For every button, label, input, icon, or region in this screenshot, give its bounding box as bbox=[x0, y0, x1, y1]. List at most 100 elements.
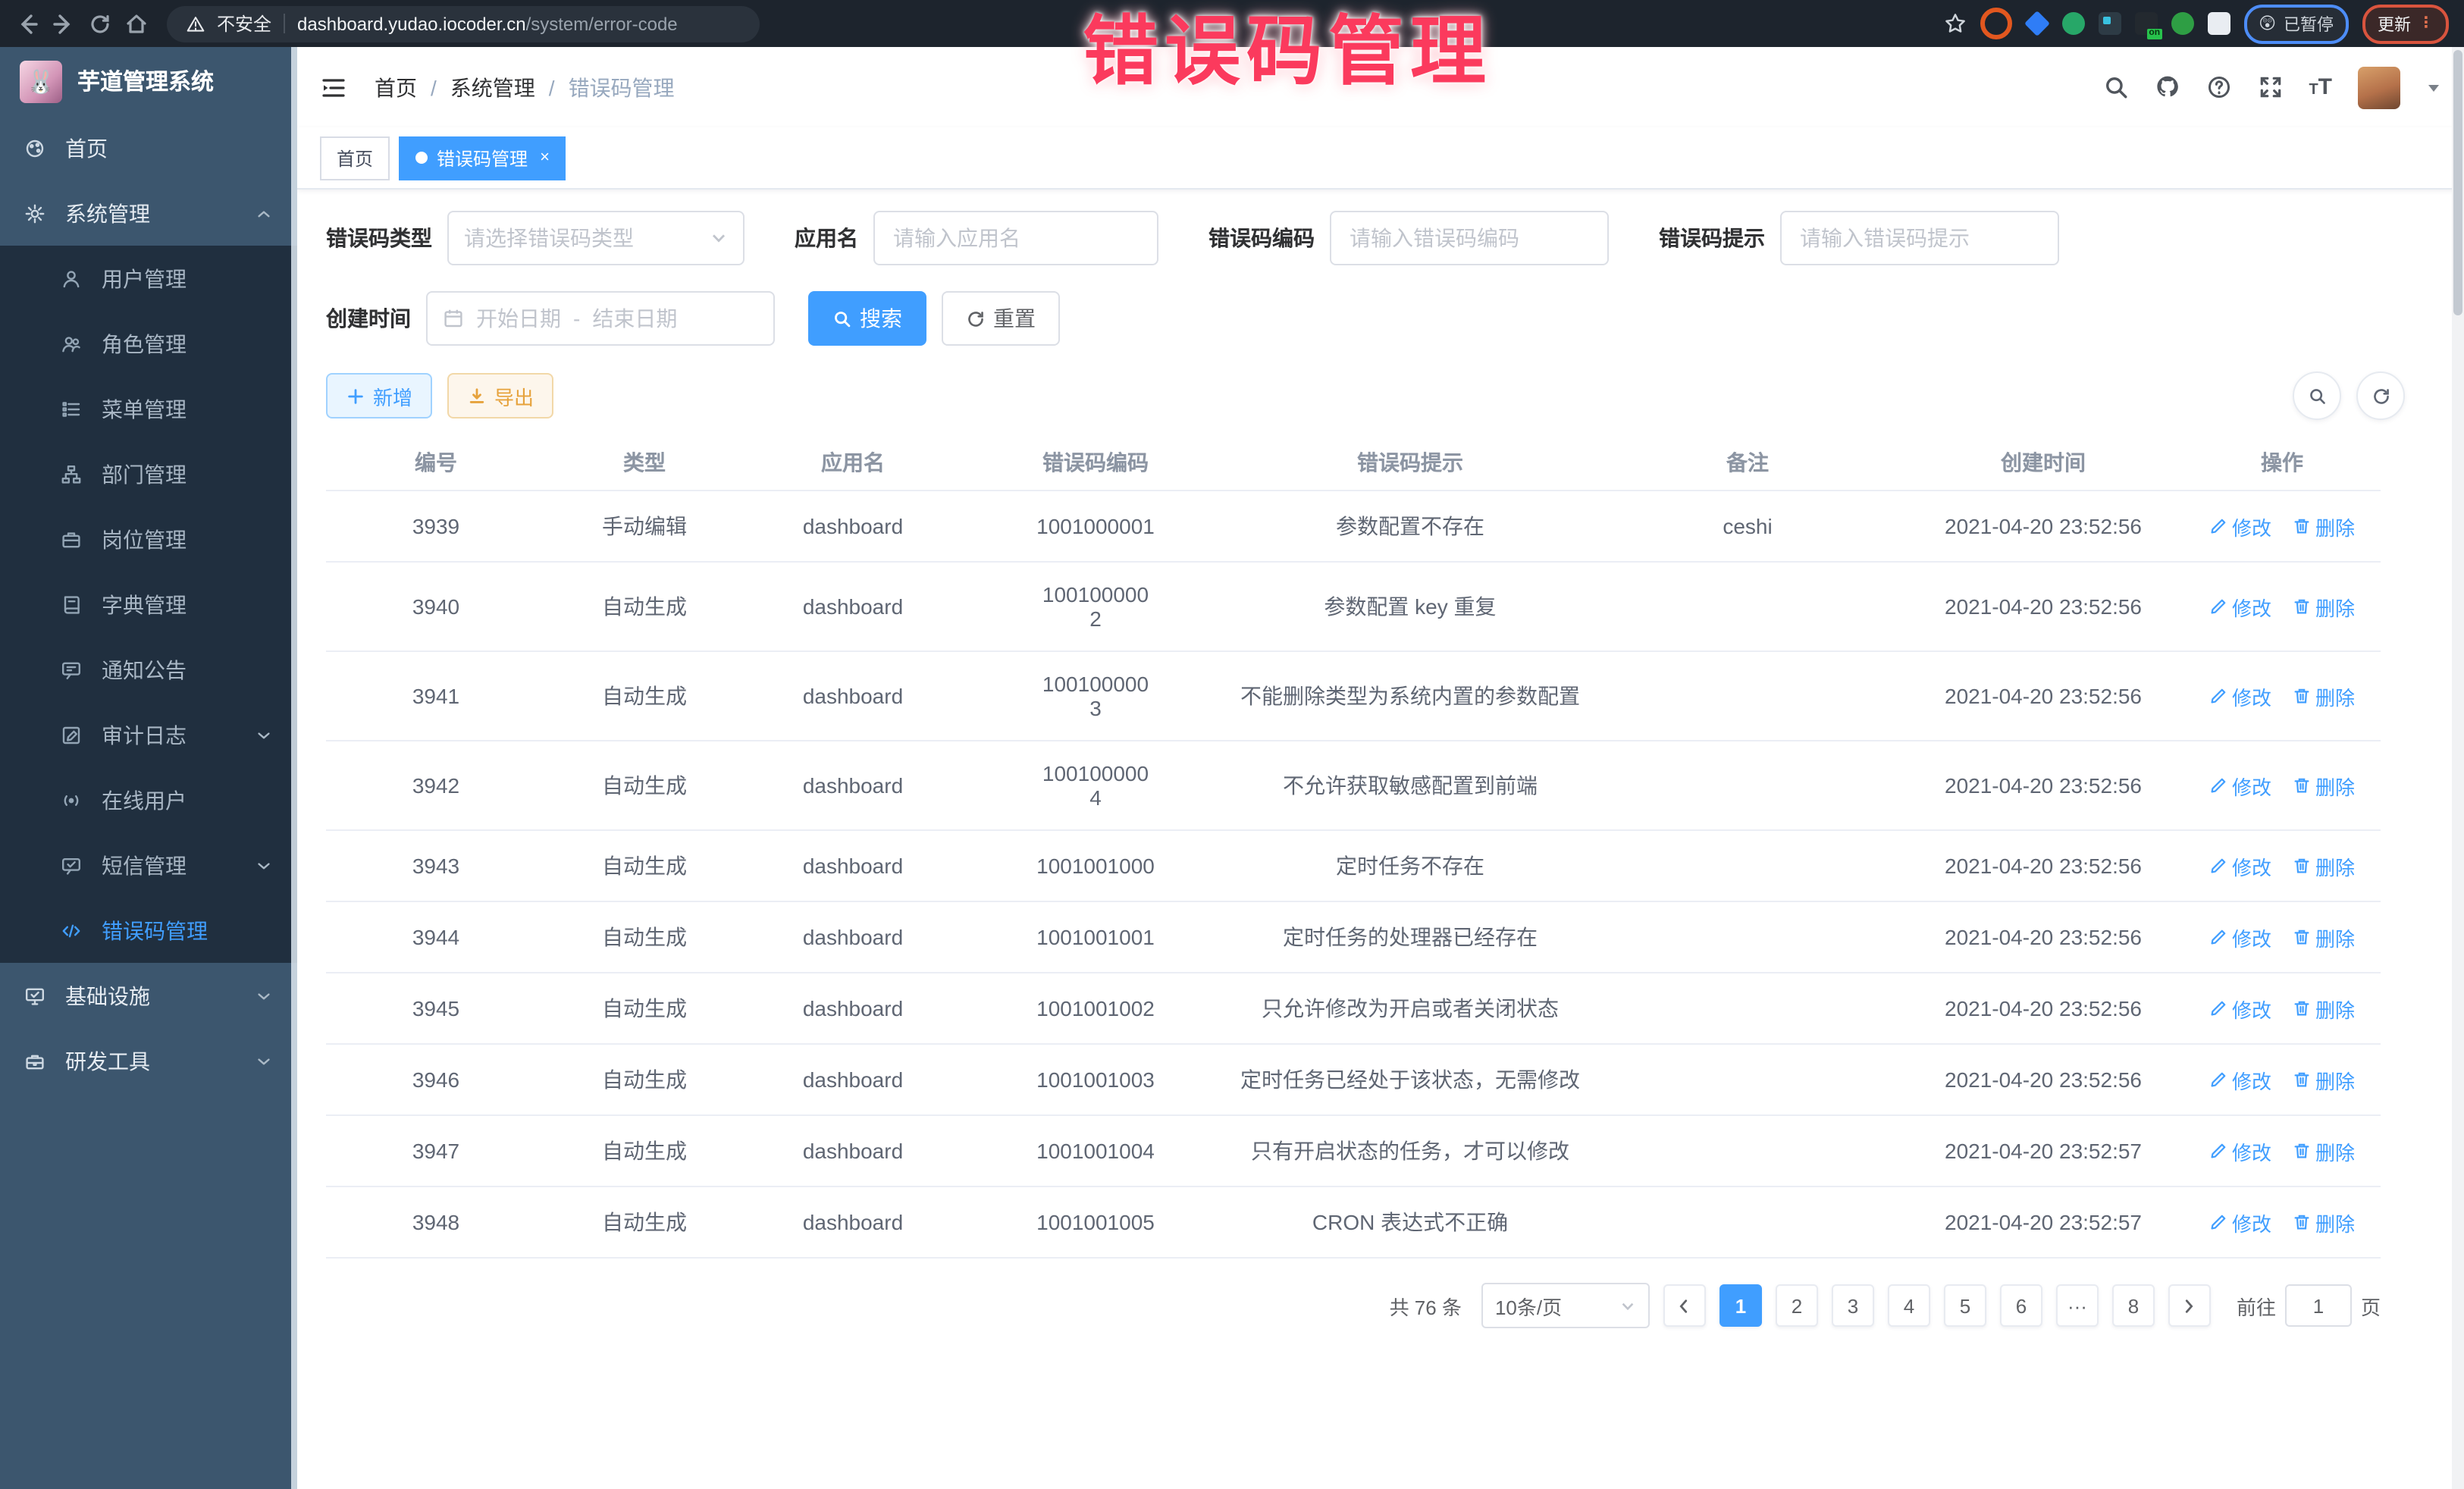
delete-link[interactable]: 删除 bbox=[2293, 851, 2355, 880]
font-size-icon[interactable]: TT bbox=[2309, 76, 2332, 99]
page-button-1[interactable]: 1 bbox=[1719, 1284, 1762, 1327]
toggle-search-button[interactable] bbox=[2293, 371, 2341, 420]
sidebar-item-error-code[interactable]: 错误码管理 bbox=[0, 898, 297, 963]
next-page-button[interactable] bbox=[2168, 1284, 2211, 1327]
delete-link[interactable]: 删除 bbox=[2293, 682, 2355, 710]
page-button-2[interactable]: 2 bbox=[1776, 1284, 1818, 1327]
page-button-5[interactable]: 5 bbox=[1944, 1284, 1986, 1327]
page-button-3[interactable]: 3 bbox=[1832, 1284, 1874, 1327]
breadcrumb-system[interactable]: 系统管理 bbox=[450, 72, 535, 102]
delete-link[interactable]: 删除 bbox=[2293, 1208, 2355, 1237]
create-time-range-picker[interactable]: 开始日期 - 结束日期 bbox=[426, 291, 775, 346]
help-icon[interactable] bbox=[2205, 74, 2231, 100]
delete-link[interactable]: 删除 bbox=[2293, 923, 2355, 951]
edit-link[interactable]: 修改 bbox=[2209, 851, 2271, 880]
sidebar-item-devtool[interactable]: 研发工具 bbox=[0, 1028, 297, 1093]
delete-link[interactable]: 删除 bbox=[2293, 1065, 2355, 1094]
sidebar-item-notice[interactable]: 通知公告 bbox=[0, 637, 297, 702]
delete-link[interactable]: 删除 bbox=[2293, 994, 2355, 1023]
page-button-6[interactable]: 6 bbox=[2000, 1284, 2042, 1327]
security-label[interactable]: 不安全 bbox=[217, 11, 271, 36]
fullscreen-icon[interactable] bbox=[2257, 74, 2283, 100]
delete-link[interactable]: 删除 bbox=[2293, 512, 2355, 541]
add-button[interactable]: 新增 bbox=[326, 373, 432, 418]
error-hint-input[interactable] bbox=[1780, 211, 2059, 265]
avatar-dropdown-icon[interactable] bbox=[2426, 80, 2441, 95]
delete-link[interactable]: 删除 bbox=[2293, 771, 2355, 800]
scrollbar-thumb[interactable] bbox=[2453, 50, 2462, 315]
edit-link[interactable]: 修改 bbox=[2209, 994, 2271, 1023]
address-bar[interactable]: 不安全 dashboard.yudao.iocoder.cn/system/er… bbox=[167, 5, 760, 42]
prev-page-button[interactable] bbox=[1663, 1284, 1706, 1327]
reload-icon[interactable] bbox=[88, 11, 112, 36]
edit-link[interactable]: 修改 bbox=[2209, 1136, 2271, 1165]
header-actions: TT bbox=[2102, 66, 2441, 108]
sidebar-item-system[interactable]: 系统管理 bbox=[0, 180, 297, 246]
role-icon bbox=[61, 333, 82, 354]
goto-page-input[interactable] bbox=[2285, 1284, 2352, 1327]
back-icon[interactable] bbox=[15, 11, 39, 36]
sidebar-item-role[interactable]: 角色管理 bbox=[0, 311, 297, 376]
cell-id: 3942 bbox=[326, 741, 546, 830]
sidebar-scrollbar[interactable] bbox=[291, 47, 297, 1489]
user-avatar[interactable] bbox=[2358, 66, 2400, 108]
reset-button[interactable]: 重置 bbox=[942, 291, 1060, 346]
page-button-8[interactable]: 8 bbox=[2112, 1284, 2155, 1327]
bookmark-star-icon[interactable] bbox=[1943, 12, 1966, 35]
error-type-select[interactable]: 请选择错误码类型 bbox=[447, 211, 745, 265]
delete-icon bbox=[2293, 597, 2311, 616]
tab-close-icon[interactable]: × bbox=[540, 149, 550, 167]
edit-link[interactable]: 修改 bbox=[2209, 512, 2271, 541]
ext-dark-on-icon[interactable]: on bbox=[2134, 12, 2157, 35]
github-icon[interactable] bbox=[2154, 74, 2180, 100]
app-name-input[interactable] bbox=[873, 211, 1158, 265]
sidebar-item-dept[interactable]: 部门管理 bbox=[0, 441, 297, 506]
app-logo[interactable]: 🐰 芋道管理系统 bbox=[0, 47, 297, 115]
breadcrumb-home[interactable]: 首页 bbox=[375, 72, 417, 102]
sidebar-item-home[interactable]: 首页 bbox=[0, 115, 297, 180]
sidebar-item-label: 通知公告 bbox=[102, 654, 187, 685]
edit-link[interactable]: 修改 bbox=[2209, 923, 2271, 951]
page-button-4[interactable]: 4 bbox=[1888, 1284, 1930, 1327]
ext-dark-grid-icon[interactable] bbox=[2098, 12, 2121, 35]
sidebar-item-sms[interactable]: 短信管理 bbox=[0, 832, 297, 898]
ext-blue-gem-icon[interactable] bbox=[2024, 11, 2049, 36]
page-scrollbar[interactable] bbox=[2452, 47, 2464, 1489]
refresh-table-button[interactable] bbox=[2356, 371, 2405, 420]
sidebar-item-post[interactable]: 岗位管理 bbox=[0, 506, 297, 572]
ext-green-key-icon[interactable] bbox=[2171, 12, 2193, 35]
tab-home[interactable]: 首页 bbox=[320, 136, 390, 180]
page-size-select[interactable]: 10条/页 bbox=[1481, 1283, 1650, 1328]
delete-link[interactable]: 删除 bbox=[2293, 1136, 2355, 1165]
forward-icon[interactable] bbox=[52, 11, 76, 36]
header-search-icon[interactable] bbox=[2102, 74, 2128, 100]
export-button[interactable]: 导出 bbox=[447, 373, 553, 418]
browser-menu-icon[interactable]: ⋮ bbox=[2419, 16, 2434, 31]
edit-link[interactable]: 修改 bbox=[2209, 1208, 2271, 1237]
edit-link[interactable]: 修改 bbox=[2209, 682, 2271, 710]
home-icon[interactable] bbox=[124, 11, 149, 36]
sidebar-item-menu[interactable]: 菜单管理 bbox=[0, 376, 297, 441]
sidebar-item-audit-log[interactable]: 审计日志 bbox=[0, 702, 297, 767]
url-text[interactable]: dashboard.yudao.iocoder.cn/system/error-… bbox=[297, 13, 678, 34]
delete-link[interactable]: 删除 bbox=[2293, 592, 2355, 621]
ext-green-circle-icon[interactable] bbox=[2061, 12, 2084, 35]
sidebar-item-dict[interactable]: 字典管理 bbox=[0, 572, 297, 637]
chevron-up-icon bbox=[255, 204, 273, 222]
tags-view-bar: 首页 错误码管理 × bbox=[297, 127, 2464, 190]
browser-update-button[interactable]: 更新 ⋮ bbox=[2362, 4, 2449, 43]
tab-error-code[interactable]: 错误码管理 × bbox=[399, 136, 566, 180]
ext-orange-ring-icon[interactable] bbox=[1980, 8, 2011, 39]
sidebar-item-infra[interactable]: 基础设施 bbox=[0, 963, 297, 1028]
edit-link[interactable]: 修改 bbox=[2209, 771, 2271, 800]
collapse-menu-icon[interactable] bbox=[320, 74, 347, 101]
sidebar-item-user[interactable]: 用户管理 bbox=[0, 246, 297, 311]
edit-link[interactable]: 修改 bbox=[2209, 592, 2271, 621]
error-code-input[interactable] bbox=[1330, 211, 1609, 265]
ext-puzzle-icon[interactable] bbox=[2207, 12, 2230, 35]
sidebar-item-online-user[interactable]: 在线用户 bbox=[0, 767, 297, 832]
edit-link[interactable]: 修改 bbox=[2209, 1065, 2271, 1094]
search-button[interactable]: 搜索 bbox=[808, 291, 926, 346]
page-ellipsis-button[interactable]: ··· bbox=[2056, 1284, 2099, 1327]
profile-paused-badge[interactable]: 😲 已暂停 bbox=[2243, 4, 2349, 43]
